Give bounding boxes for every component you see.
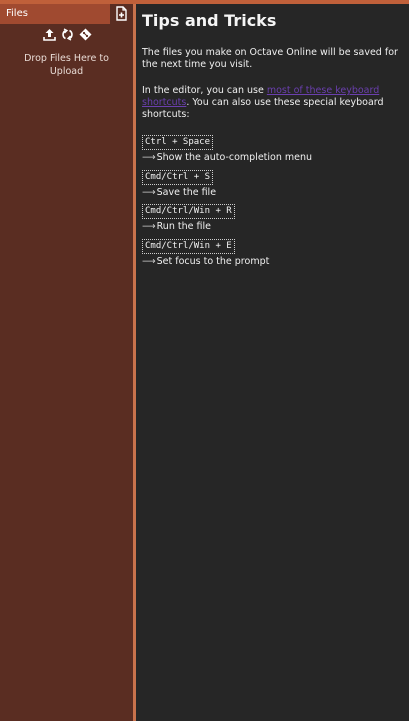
shortcut-keys: Cmd/Ctrl/Win + R [142, 204, 235, 219]
arrow-icon: ⟶ [142, 187, 156, 198]
new-file-button[interactable] [113, 5, 131, 22]
git-icon [79, 28, 91, 40]
shortcut-description: ⟶Show the auto-completion menu [142, 152, 312, 164]
shortcut-keys: Ctrl + Space [142, 135, 214, 150]
sidebar-toolbar [42, 26, 92, 42]
shortcut-description: ⟶Set focus to the prompt [142, 256, 269, 268]
editor-paragraph: In the editor, you can use most of these… [142, 85, 400, 121]
files-sidebar [0, 4, 133, 721]
arrow-icon: ⟶ [142, 221, 156, 232]
editor-prefix-text: In the editor, you can use [142, 85, 267, 96]
shortcut-description: ⟶Run the file [142, 221, 211, 233]
page-title: Tips and Tricks [142, 11, 277, 30]
upload-icon [42, 28, 56, 41]
shortcut-desc-text: Run the file [156, 221, 211, 232]
arrow-icon: ⟶ [142, 256, 156, 267]
git-button[interactable] [78, 27, 92, 41]
file-drop-zone[interactable]: Drop Files Here to Upload [6, 52, 127, 78]
intro-paragraph: The files you make on Octave Online will… [142, 47, 398, 70]
upload-button[interactable] [42, 27, 56, 41]
refresh-button[interactable] [60, 27, 74, 41]
shortcut-keys: Cmd/Ctrl/Win + E [142, 239, 235, 254]
shortcut-keys: Cmd/Ctrl + S [142, 170, 214, 185]
arrow-icon: ⟶ [142, 152, 156, 163]
octave-online-app: Files Drop Files Here to Upload Tips and… [0, 0, 409, 721]
shortcut-description: ⟶Save the file [142, 187, 216, 199]
new-file-icon [116, 6, 127, 21]
shortcut-desc-text: Set focus to the prompt [156, 256, 270, 267]
shortcut-desc-text: Show the auto-completion menu [156, 152, 313, 163]
shortcut-desc-text: Save the file [156, 187, 217, 198]
refresh-icon [61, 27, 73, 41]
tips-panel: Tips and Tricks The files you make on Oc… [136, 4, 409, 721]
files-tab[interactable]: Files [0, 4, 110, 24]
